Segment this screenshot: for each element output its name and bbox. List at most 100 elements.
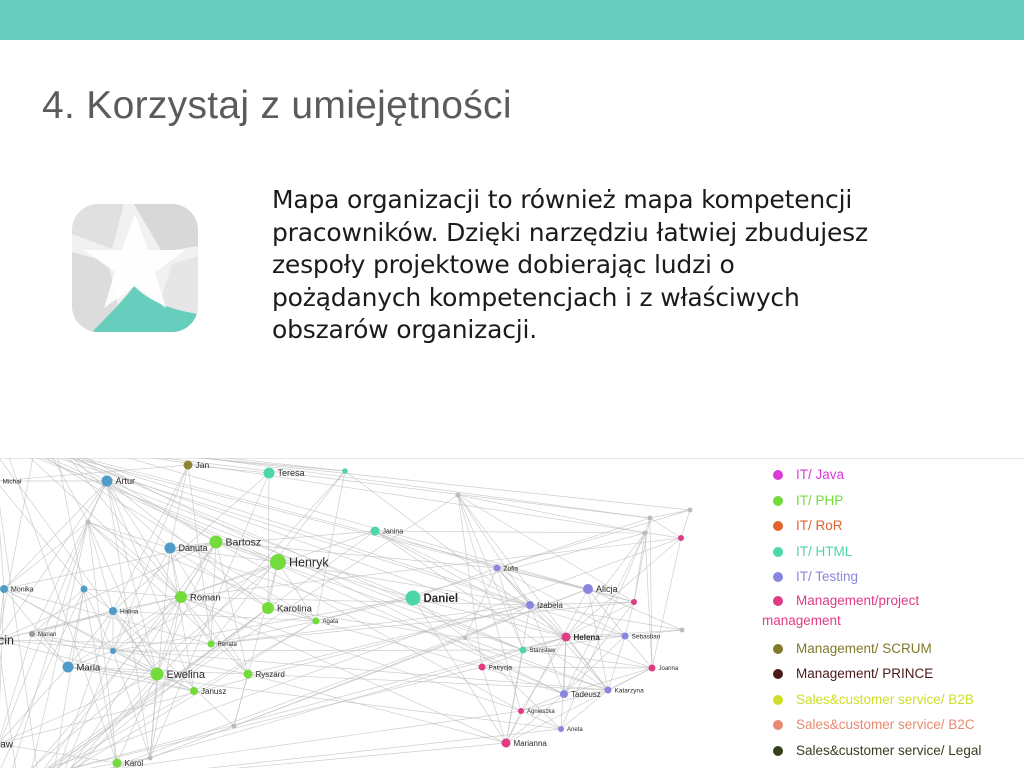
graph-edge xyxy=(210,601,635,645)
graph-node[interactable]: Maria xyxy=(62,661,101,674)
graph-node[interactable]: Bartosz xyxy=(209,535,262,549)
graph-node-dot xyxy=(526,601,534,609)
graph-node-dot xyxy=(621,632,629,640)
header-accent-bar xyxy=(0,0,1024,40)
graph-node-unlabeled xyxy=(679,627,685,633)
graph-node-label: Katarzyna xyxy=(615,687,645,694)
graph-node[interactable]: Zofia xyxy=(493,564,519,573)
graph-node[interactable]: ław xyxy=(0,740,14,751)
graph-node-dot xyxy=(62,661,74,673)
graph-node-dot xyxy=(29,631,35,637)
graph-node-dot xyxy=(501,738,511,748)
graph-node-label: Ryszard xyxy=(256,670,285,679)
graph-edge xyxy=(315,470,346,622)
graph-edge xyxy=(161,458,651,519)
graph-node[interactable]: Aneta xyxy=(558,726,583,733)
graph-node[interactable]: Helena xyxy=(561,632,601,642)
page-title: 4. Korzystaj z umiejętności xyxy=(42,84,512,127)
graph-node[interactable]: Renata xyxy=(207,640,238,649)
graph-node[interactable]: Karol xyxy=(112,758,144,768)
graph-node-dot xyxy=(583,584,593,594)
graph-node[interactable]: Marian xyxy=(29,631,56,638)
graph-node[interactable]: Joanna xyxy=(648,664,679,673)
legend-dot xyxy=(773,521,783,531)
graph-node-dot xyxy=(561,632,571,642)
graph-node-label: Jan xyxy=(196,460,210,470)
legend-dot xyxy=(773,546,783,557)
graph-node[interactable]: Michał xyxy=(0,478,22,486)
graph-edge xyxy=(560,532,646,730)
graph-edge xyxy=(106,480,151,759)
graph-node[interactable]: Agata xyxy=(312,617,339,626)
graph-node[interactable]: Patrycja xyxy=(478,663,513,672)
graph-node[interactable]: Halina xyxy=(109,607,139,615)
graph-node-unlabeled xyxy=(85,519,91,525)
graph-node[interactable]: Danuta xyxy=(164,542,208,554)
graph-node-dot xyxy=(0,585,8,593)
graph-node-dot xyxy=(263,467,275,479)
graph-node-label: Janina xyxy=(383,528,404,535)
graph-node[interactable]: Janusz xyxy=(190,687,226,696)
graph-edge xyxy=(119,710,522,768)
graph-node[interactable]: Alicja xyxy=(583,584,618,594)
graph-node[interactable]: Roman xyxy=(175,591,221,603)
legend-label: Management/ PRINCE xyxy=(796,666,934,681)
graph-node[interactable]: Agnieszka xyxy=(518,708,555,715)
legend-dot xyxy=(773,643,783,654)
graph-node-dot xyxy=(518,708,524,714)
graph-edge xyxy=(457,494,531,606)
graph-edge xyxy=(496,517,651,569)
graph-edge xyxy=(649,509,691,519)
graph-node[interactable]: Tadeusz xyxy=(560,690,601,699)
graph-node-label: Roman xyxy=(190,592,221,603)
graph-node-unlabeled xyxy=(463,636,467,640)
graph-node[interactable]: Ryszard xyxy=(243,669,285,679)
graph-node[interactable]: Marianna xyxy=(501,738,548,748)
graph-node-unlabeled xyxy=(231,723,237,729)
graph-node-unlabeled xyxy=(80,585,88,593)
legend-label: Sales&customer service/ B2C xyxy=(796,717,975,732)
graph-node-dot xyxy=(312,617,320,625)
graph-node-dot xyxy=(478,663,486,671)
graph-node[interactable]: Artur xyxy=(101,475,136,487)
graph-node-dot xyxy=(150,667,164,681)
description-line: Mapa organizacji to również mapa kompete… xyxy=(272,185,853,214)
legend-label: IT/ HTML xyxy=(796,543,853,559)
graph-node-unlabeled xyxy=(647,515,653,521)
legend-item: Sales&customer service/ B2C xyxy=(760,712,1020,738)
graph-node[interactable]: Teresa xyxy=(263,467,305,479)
graph-node-dot xyxy=(519,646,527,654)
graph-node-unlabeled xyxy=(631,599,637,605)
graph-node[interactable]: Janina xyxy=(370,526,404,536)
graph-node[interactable]: cin xyxy=(0,633,14,647)
graph-node[interactable]: Izabela xyxy=(526,601,563,610)
graph-edge xyxy=(180,596,507,744)
graph-edge xyxy=(169,464,189,549)
graph-edge xyxy=(83,588,182,598)
legend-label: IT/ PHP xyxy=(796,492,844,508)
legend-item: IT/ Testing xyxy=(760,564,1020,590)
graph-node-label: Karolina xyxy=(277,603,313,614)
graph-node[interactable]: Jan xyxy=(183,460,210,470)
legend-label: Sales&customer service/ B2B xyxy=(796,691,974,707)
legend-item: IT/ HTML xyxy=(760,539,1020,565)
legend-dot xyxy=(773,470,783,480)
graph-node-label: ław xyxy=(0,740,14,751)
graph-node[interactable]: Katarzyna xyxy=(604,686,645,695)
graph-edge xyxy=(267,472,270,609)
graph-node[interactable]: Karolina xyxy=(262,602,313,614)
graph-node[interactable]: Monika xyxy=(0,585,34,593)
graph-node[interactable]: Henryk xyxy=(270,554,329,570)
graph-edge xyxy=(247,673,507,744)
graph-node[interactable]: Daniel xyxy=(405,590,459,606)
graph-node[interactable]: Stanisław xyxy=(519,646,556,655)
graph-node-label: Danuta xyxy=(179,543,208,553)
legend-item: Management/ PRINCE xyxy=(760,661,1020,687)
graph-node-dot xyxy=(370,526,380,536)
graph-node-label: Renata xyxy=(218,642,238,648)
graph-node-unlabeled xyxy=(147,755,153,761)
graph-edge xyxy=(112,649,524,652)
graph-edge xyxy=(560,636,567,730)
graph-node-label: Henryk xyxy=(289,555,329,569)
graph-node[interactable]: Ewelina xyxy=(150,667,206,681)
